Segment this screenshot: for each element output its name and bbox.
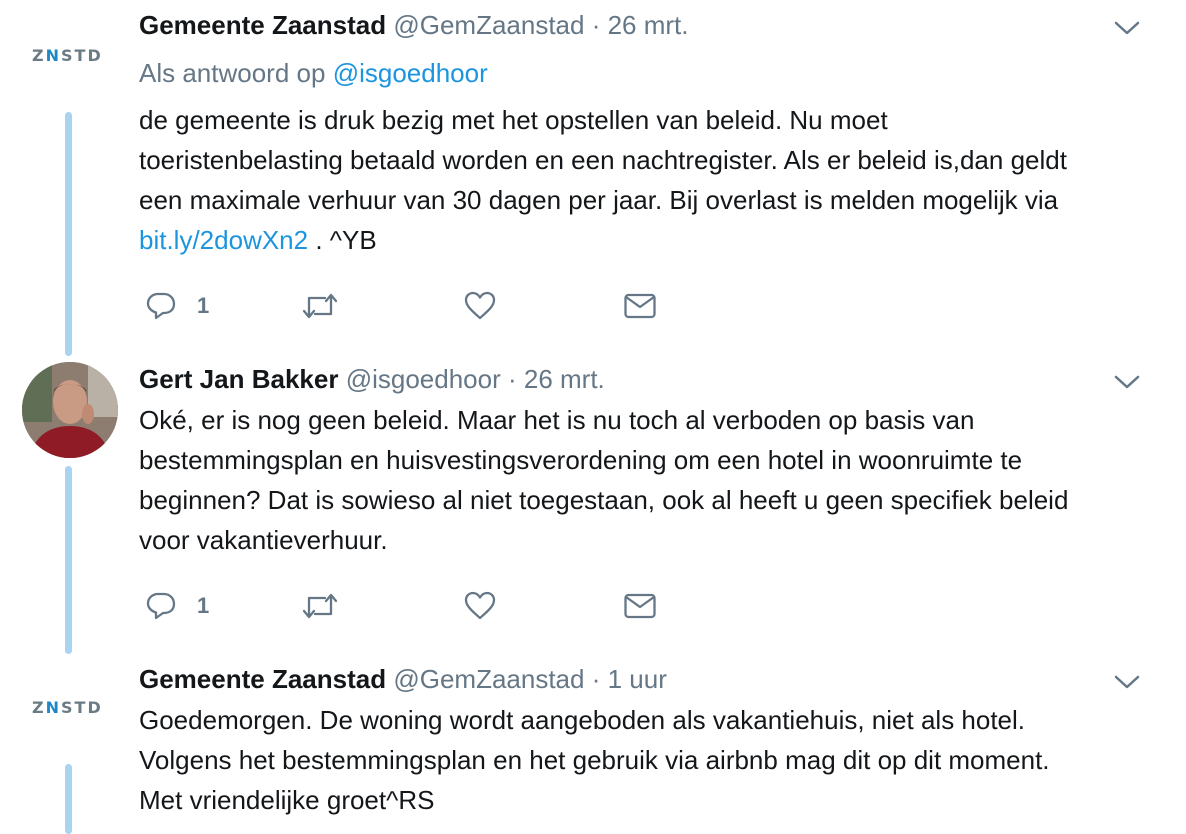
text-line: Met vriendelijke groet^RS: [139, 785, 435, 815]
chevron-down-icon[interactable]: [1112, 18, 1142, 38]
retweet-icon: [302, 593, 338, 619]
author-name[interactable]: Gemeente Zaanstad: [139, 664, 386, 694]
reply-button[interactable]: 1: [145, 586, 209, 626]
retweet-button[interactable]: [301, 586, 339, 626]
dm-icon: [624, 293, 656, 319]
dm-button[interactable]: [623, 586, 657, 626]
retweet-icon: [302, 293, 338, 319]
dm-icon: [624, 593, 656, 619]
text-line: toeristenbelasting betaald worden en een…: [139, 145, 1067, 175]
tweet-text: Oké, er is nog geen beleid. Maar het is …: [139, 400, 1159, 560]
tweet-actions: 1: [139, 586, 699, 626]
tweet-time[interactable]: · 1 uur: [592, 664, 667, 694]
avatar[interactable]: [22, 362, 118, 458]
text-line: bit.ly/2dowXn2 . ^YB: [139, 220, 1159, 260]
like-icon: [464, 591, 496, 620]
text-line: Oké, er is nog geen beleid. Maar het is …: [139, 405, 975, 435]
chevron-down-icon[interactable]: [1112, 672, 1142, 692]
reply-icon: [146, 292, 176, 320]
tweet-3[interactable]: ZNSTD Gemeente Zaanstad @GemZaanstad · 1…: [0, 650, 1186, 834]
dm-button[interactable]: [623, 286, 657, 326]
tweet-time[interactable]: · 26 mrt.: [508, 364, 605, 394]
zaanstad-logo: ZNSTD: [32, 46, 103, 65]
author-name[interactable]: Gert Jan Bakker: [139, 364, 338, 394]
thread-line: [65, 466, 72, 654]
text-line: voor vakantieverhuur.: [139, 525, 388, 555]
tweet-header: Gemeente Zaanstad @GemZaanstad · 26 mrt.: [139, 10, 689, 41]
reply-count: 1: [197, 593, 210, 618]
author-handle[interactable]: @GemZaanstad: [393, 664, 584, 694]
like-button[interactable]: [463, 586, 497, 626]
tweet-text: de gemeente is druk bezig met het opstel…: [139, 100, 1159, 260]
text-line: bestemmingsplan en huisvestingsverordeni…: [139, 445, 1023, 475]
tweet-1[interactable]: ZNSTD Gemeente Zaanstad @GemZaanstad · 2…: [0, 0, 1186, 356]
reply-handle-link[interactable]: @isgoedhoor: [333, 58, 488, 88]
retweet-button[interactable]: [301, 286, 339, 326]
reply-prefix: Als antwoord op: [139, 58, 326, 88]
reply-icon: [146, 592, 176, 620]
author-name[interactable]: Gemeente Zaanstad: [139, 10, 386, 40]
tweet-header: Gemeente Zaanstad @GemZaanstad · 1 uur: [139, 664, 667, 695]
tweet-header: Gert Jan Bakker @isgoedhoor · 26 mrt.: [139, 364, 605, 395]
text-line: Goedemorgen. De woning wordt aangeboden …: [139, 705, 1026, 735]
thread-line: [65, 764, 72, 834]
reply-button[interactable]: 1: [145, 286, 209, 326]
reply-to: Als antwoord op @isgoedhoor: [139, 58, 488, 89]
thread-line: [65, 112, 72, 356]
text-tail: . ^YB: [308, 225, 377, 255]
short-link[interactable]: bit.ly/2dowXn2: [139, 225, 308, 255]
like-button[interactable]: [463, 286, 497, 326]
author-handle[interactable]: @isgoedhoor: [346, 364, 501, 394]
author-handle[interactable]: @GemZaanstad: [393, 10, 584, 40]
text-line: Volgens het bestemmingsplan en het gebru…: [139, 745, 1050, 775]
tweet-actions: 1: [139, 286, 699, 326]
tweet-2[interactable]: Gert Jan Bakker @isgoedhoor · 26 mrt. Ok…: [0, 350, 1186, 654]
text-line: beginnen? Dat is sowieso al niet toegest…: [139, 485, 1069, 515]
tweet-time[interactable]: · 26 mrt.: [592, 10, 689, 40]
zaanstad-logo: ZNSTD: [32, 698, 103, 717]
chevron-down-icon[interactable]: [1112, 372, 1142, 392]
like-icon: [464, 291, 496, 320]
text-line: een maximale verhuur van 30 dagen per ja…: [139, 185, 1059, 215]
tweet-text: Goedemorgen. De woning wordt aangeboden …: [139, 700, 1159, 820]
text-line: de gemeente is druk bezig met het opstel…: [139, 105, 888, 135]
reply-count: 1: [197, 293, 210, 318]
